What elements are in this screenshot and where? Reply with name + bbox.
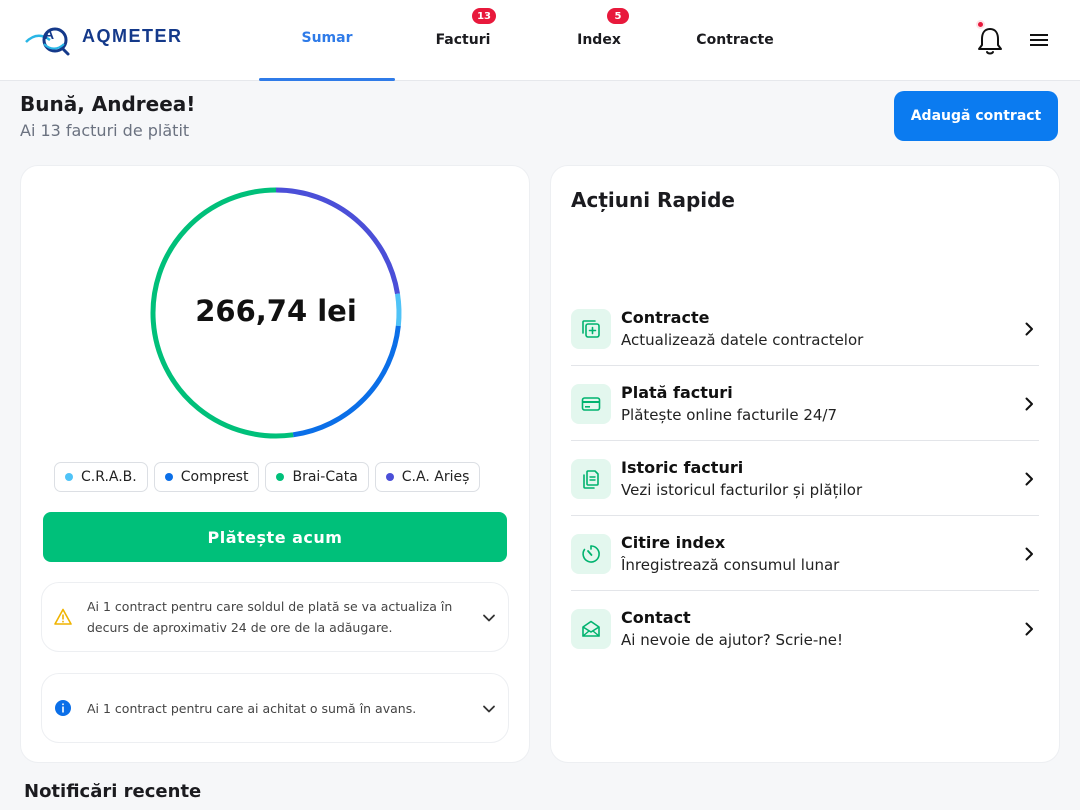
- index-count-badge: 5: [607, 8, 629, 24]
- chevron-right-icon: [1021, 546, 1037, 562]
- facturi-count-badge: 13: [472, 8, 496, 24]
- quick-action-title: Contracte: [621, 308, 710, 327]
- warning-icon: [54, 608, 72, 626]
- quick-action-title: Plată facturi: [621, 383, 733, 402]
- pending-balance-notice[interactable]: Ai 1 contract pentru care soldul de plat…: [41, 582, 509, 652]
- legend-dot: [164, 473, 173, 481]
- legend-dot: [65, 473, 73, 481]
- legend-comprest[interactable]: Comprest: [153, 462, 260, 492]
- balance-summary-card: 266,74 lei C.R.A.B. Comprest Brai-Cata C…: [20, 165, 530, 763]
- legend-label: Comprest: [180, 469, 249, 485]
- legend-dot: [385, 473, 394, 481]
- quick-action-desc: Plătește online facturile 24/7: [621, 406, 838, 424]
- donut-segment: [275, 187, 400, 295]
- legend-dot: [276, 473, 285, 481]
- tab-label: Sumar: [301, 30, 353, 46]
- chevron-right-icon: [1021, 396, 1037, 412]
- quick-action-contracte[interactable]: Contracte Actualizează datele contractel…: [571, 291, 1039, 366]
- notice-text: Ai 1 contract pentru care ai achitat o s…: [87, 701, 417, 716]
- tab-contracte[interactable]: Contracte: [667, 0, 803, 80]
- legend-label: C.R.A.B.: [81, 469, 137, 485]
- notice-text: Ai 1 contract pentru care soldul de plat…: [87, 599, 453, 635]
- unread-dot: [976, 20, 985, 29]
- legend-label: C.A. Arieș: [401, 469, 470, 485]
- quick-action-desc: Ai nevoie de ajutor? Scrie-ne!: [621, 631, 843, 649]
- quick-actions-card: Acțiuni Rapide Contracte Actualizează da…: [550, 165, 1060, 763]
- aqmeter-logo[interactable]: A AQMETER: [24, 20, 181, 62]
- tab-index[interactable]: 5 Index: [531, 0, 667, 80]
- top-navigation-bar: A AQMETER Sumar 13 Facturi 5 Index Contr…: [0, 0, 1080, 81]
- quick-action-citire-index[interactable]: Citire index Înregistrează consumul luna…: [571, 516, 1039, 591]
- donut-segment: [292, 325, 401, 438]
- quick-actions-list: Contracte Actualizează datele contractel…: [571, 291, 1039, 666]
- greeting-subtitle: Ai 13 facturi de plătit: [20, 121, 190, 140]
- timer-icon: [571, 534, 611, 574]
- recent-notifications-title: Notificări recente: [24, 781, 202, 802]
- quick-actions-title: Acțiuni Rapide: [571, 188, 735, 212]
- chevron-down-icon[interactable]: [482, 610, 496, 624]
- tab-facturi[interactable]: 13 Facturi: [395, 0, 531, 80]
- chevron-right-icon: [1021, 321, 1037, 337]
- svg-text:A: A: [44, 26, 54, 42]
- quick-action-desc: Vezi istoricul facturilor și plăților: [621, 481, 863, 499]
- mail-icon: [571, 609, 611, 649]
- documents-icon: [571, 459, 611, 499]
- pay-now-button[interactable]: Plătește acum: [43, 512, 507, 562]
- quick-action-title: Citire index: [621, 533, 726, 552]
- quick-action-plata-facturi[interactable]: Plată facturi Plătește online facturile …: [571, 366, 1039, 441]
- hamburger-menu-icon[interactable]: [1028, 32, 1052, 50]
- legend-label: Brai-Cata: [292, 469, 358, 485]
- info-icon: [54, 699, 72, 717]
- greeting-title: Bună, Andreea!: [20, 92, 196, 116]
- legend-brai-cata[interactable]: Brai-Cata: [265, 462, 369, 492]
- tab-sumar[interactable]: Sumar: [259, 0, 395, 81]
- advance-payment-notice[interactable]: Ai 1 contract pentru care ai achitat o s…: [41, 673, 509, 743]
- quick-action-istoric-facturi[interactable]: Istoric facturi Vezi istoricul facturilo…: [571, 441, 1039, 516]
- quick-action-title: Istoric facturi: [621, 458, 744, 477]
- quick-action-title: Contact: [621, 608, 691, 627]
- add-contract-button[interactable]: Adaugă contract: [894, 91, 1058, 141]
- chevron-right-icon: [1021, 621, 1037, 637]
- legend-crab[interactable]: C.R.A.B.: [54, 462, 148, 492]
- contracts-icon: [571, 309, 611, 349]
- main-tabs: Sumar 13 Facturi 5 Index Contracte: [259, 0, 803, 81]
- chevron-right-icon: [1021, 471, 1037, 487]
- provider-legend: C.R.A.B. Comprest Brai-Cata C.A. Arieș: [54, 462, 481, 492]
- logo-text: AQMETER: [82, 26, 183, 46]
- legend-ca-aries[interactable]: C.A. Arieș: [374, 462, 481, 492]
- credit-card-icon: [571, 384, 611, 424]
- quick-action-desc: Actualizează datele contractelor: [621, 331, 864, 349]
- quick-action-desc: Înregistrează consumul lunar: [621, 556, 840, 574]
- chevron-down-icon[interactable]: [482, 701, 496, 715]
- tab-label: Facturi: [435, 32, 491, 48]
- tab-label: Contracte: [696, 32, 774, 48]
- tab-label: Index: [577, 32, 621, 48]
- quick-action-contact[interactable]: Contact Ai nevoie de ajutor? Scrie-ne!: [571, 591, 1039, 666]
- total-amount: 266,74 lei: [195, 294, 357, 328]
